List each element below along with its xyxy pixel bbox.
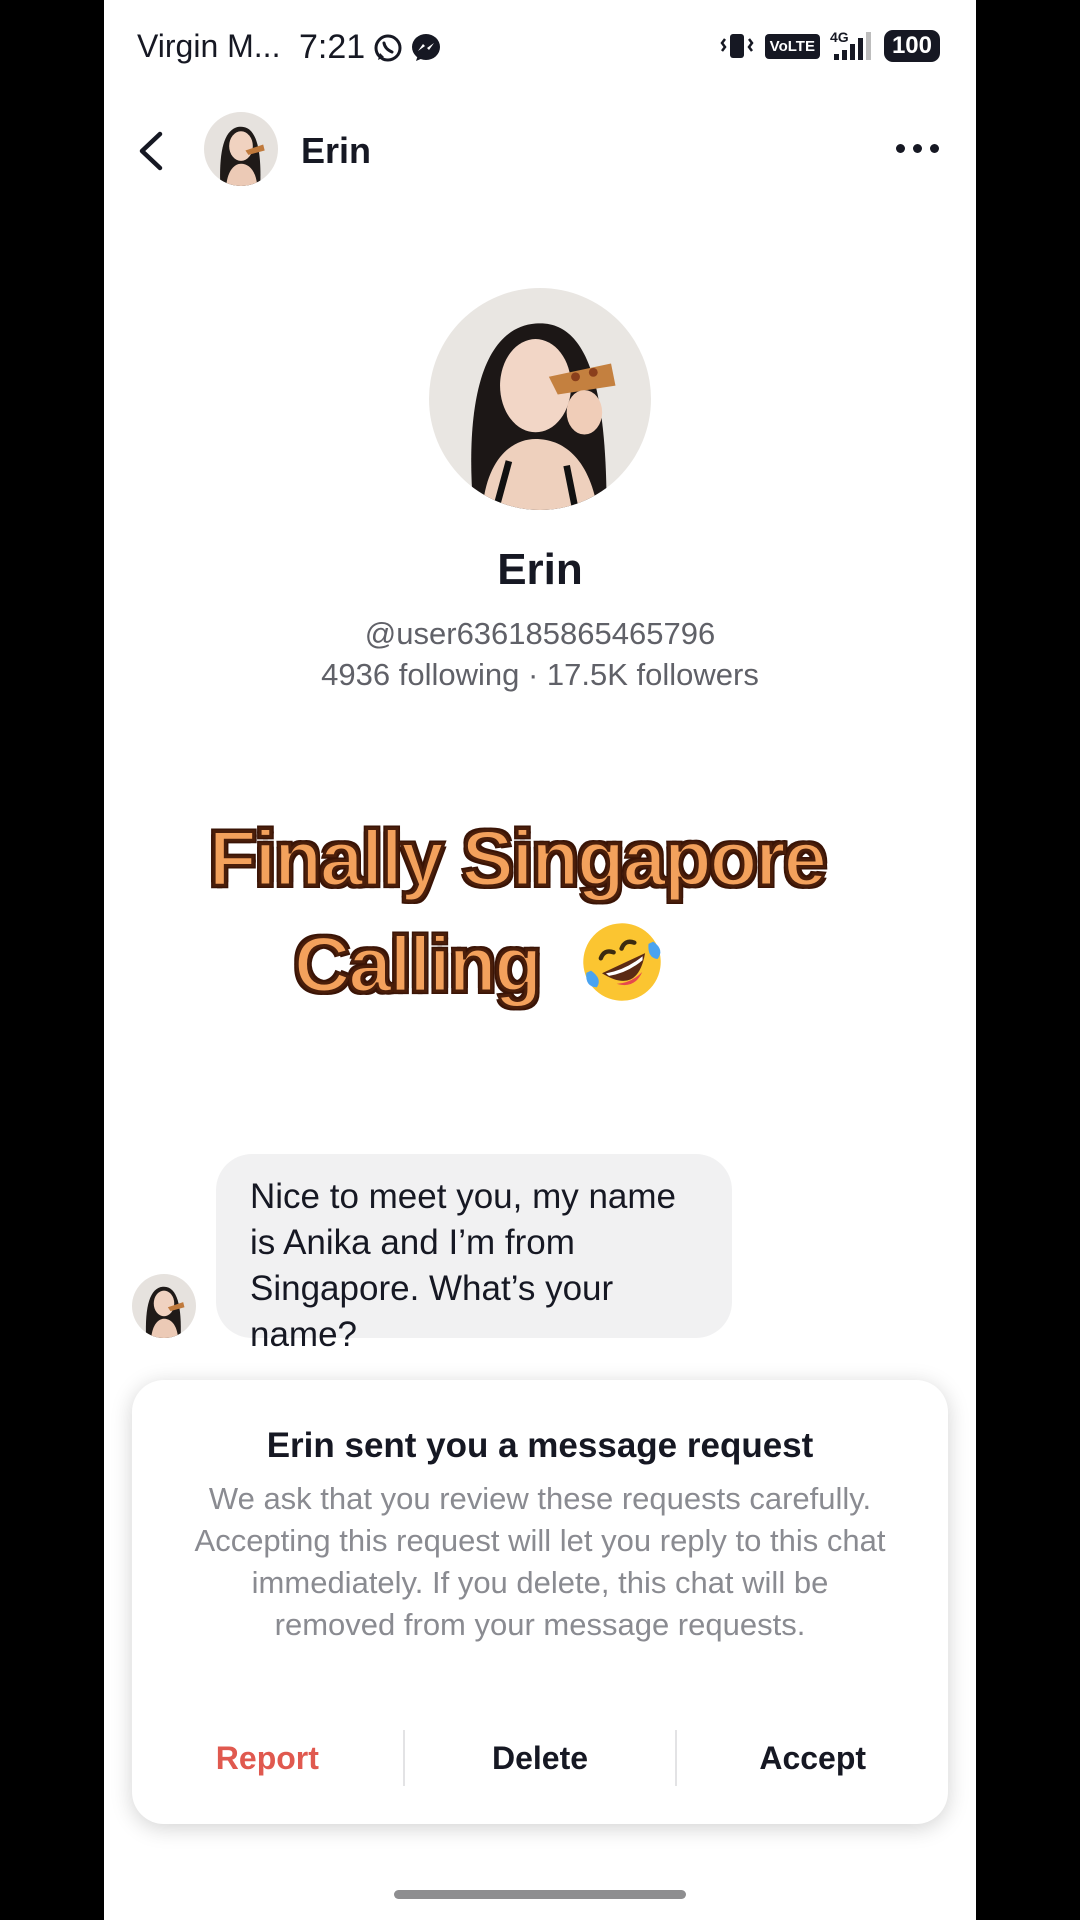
more-options-icon[interactable] [892, 130, 942, 166]
whatsapp-icon [374, 34, 402, 62]
clock: 7:21 [299, 28, 366, 66]
system-indicators: VoLTE 4G 100 [719, 30, 940, 62]
caption-line-1: Finally Singapore [207, 813, 828, 904]
signal-icon: 4G [830, 30, 874, 62]
delete-button[interactable]: Delete [405, 1728, 676, 1788]
profile-name: Erin [497, 545, 583, 594]
battery-indicator: 100 [883, 30, 940, 62]
app-screen: Virgin M... 7:21 VoLTE 4G 100 Erin Erin … [104, 0, 976, 1920]
dot [895, 143, 905, 153]
report-button[interactable]: Report [132, 1728, 403, 1788]
carrier-label: Virgin M... [137, 28, 281, 64]
rolling-on-floor-laughing-emoji [583, 923, 661, 1002]
profile-handle: @user636185865465796 [364, 616, 716, 651]
request-title: Erin sent you a message request [266, 1426, 814, 1465]
profile-stats: 4936 following · 17.5K followers [321, 657, 759, 692]
caption-line-2: Calling [104, 911, 916, 1017]
avatar-photo [204, 112, 278, 186]
caption-line-2-text: Calling [292, 919, 543, 1010]
status-bar: Virgin M... 7:21 VoLTE 4G 100 [104, 0, 976, 100]
dot [929, 143, 939, 153]
sender-photo [132, 1274, 196, 1338]
overlay-caption: Finally Singapore Calling [104, 805, 976, 1017]
profile-avatar[interactable] [429, 288, 651, 510]
request-actions: Report Delete Accept [132, 1728, 948, 1788]
back-arrow-icon[interactable] [132, 128, 172, 174]
chat-header: Erin [104, 100, 976, 200]
request-body: We ask that you review these requests ca… [194, 1481, 886, 1642]
sender-avatar[interactable] [132, 1274, 196, 1338]
message-request-card: Erin sent you a message request We ask t… [132, 1380, 948, 1824]
avatar[interactable] [204, 112, 278, 186]
accept-button[interactable]: Accept [677, 1728, 948, 1788]
signal-bars-icon [833, 32, 871, 60]
dot [912, 143, 922, 153]
messenger-icon [412, 34, 440, 61]
contact-name[interactable]: Erin [301, 130, 371, 172]
volte-badge: VoLTE [764, 33, 820, 59]
vibrate-icon [720, 34, 754, 58]
home-indicator[interactable] [394, 1890, 686, 1899]
profile-photo [429, 288, 651, 510]
message-bubble[interactable]: Nice to meet you, my name is Anika and I… [216, 1154, 732, 1354]
